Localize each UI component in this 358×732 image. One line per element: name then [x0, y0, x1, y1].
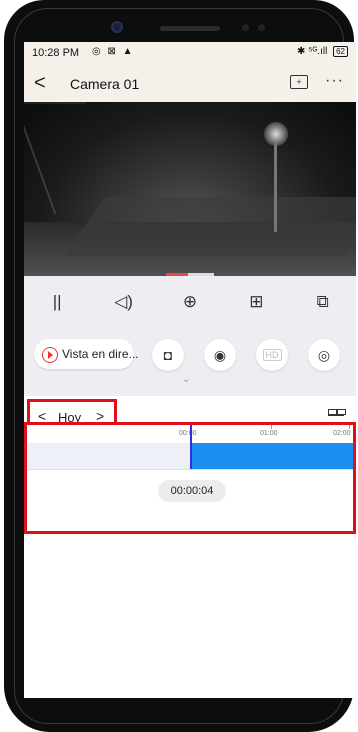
zoom-in-icon[interactable]: ⊕ [175, 287, 205, 317]
current-time: 00:00:04 [158, 480, 226, 502]
grid-icon[interactable]: ⊞ [241, 287, 271, 317]
pause-icon[interactable]: || [42, 287, 72, 317]
signal-icon: ✱ ⁵ᴳ.ıll [297, 46, 328, 57]
snapshot-button[interactable]: ◘ [152, 339, 184, 371]
video-player[interactable] [24, 102, 356, 276]
tick-label: 01:00 [260, 430, 278, 437]
video-lamp-post [274, 142, 277, 232]
sensor [242, 24, 249, 31]
earpiece-speaker [160, 26, 220, 31]
video-tree [24, 102, 127, 214]
front-camera [111, 21, 123, 33]
play-icon [42, 347, 58, 363]
record-icon: ◉ [213, 346, 227, 363]
timeline[interactable]: 00:00 01:00 02:00 00:00:04 [24, 422, 356, 534]
tick-mark [349, 425, 350, 429]
playback-controls: || ◁) ⊕ ⊞ ⧉ [24, 276, 356, 328]
playhead[interactable] [190, 425, 192, 469]
app-screen: 10:28 PM ◎ ⊠ ▲ ✱ ⁵ᴳ.ıll 62 < Camera 01 +… [24, 42, 356, 698]
title-bar: < Camera 01 + ··· [24, 64, 356, 102]
tick-label: 02:00 [333, 430, 351, 437]
more-icon[interactable]: ··· [325, 72, 344, 90]
notification-icons: ◎ ⊠ ▲ [92, 46, 135, 57]
hd-button[interactable]: HD [256, 339, 288, 371]
content-area [24, 534, 356, 698]
screen-icon[interactable]: ⧉ [308, 287, 338, 317]
record-button[interactable]: ◉ [204, 339, 236, 371]
recording-segment[interactable] [191, 443, 353, 469]
action-bar: Vista en dire... ◘ ◉ HD ◎ ⌄ [24, 328, 356, 396]
camera-icon: ◘ [163, 347, 173, 363]
tick-mark [271, 425, 272, 429]
chevron-down-icon[interactable]: ⌄ [182, 374, 190, 385]
battery-icon: 62 [333, 46, 348, 57]
volume-icon[interactable]: ◁) [109, 287, 139, 317]
back-icon[interactable]: < [34, 72, 46, 95]
hd-icon: HD [262, 349, 282, 361]
page-title: Camera 01 [70, 76, 140, 92]
camera-record-icon[interactable]: + [290, 75, 308, 89]
ptz-icon: ◎ [317, 346, 331, 363]
live-view-button[interactable]: Vista en dire... [34, 339, 139, 369]
signal-icons: ✱ ⁵ᴳ.ıll 62 [297, 46, 348, 57]
status-time: 10:28 PM [32, 47, 80, 59]
status-bar: 10:28 PM ◎ ⊠ ▲ ✱ ⁵ᴳ.ıll 62 [24, 42, 356, 64]
split-view-icon[interactable] [328, 409, 346, 419]
live-view-label: Vista en dire... [62, 347, 139, 361]
ptz-button[interactable]: ◎ [308, 339, 340, 371]
sensor [258, 24, 265, 31]
tick-label: 00:00 [179, 430, 197, 437]
